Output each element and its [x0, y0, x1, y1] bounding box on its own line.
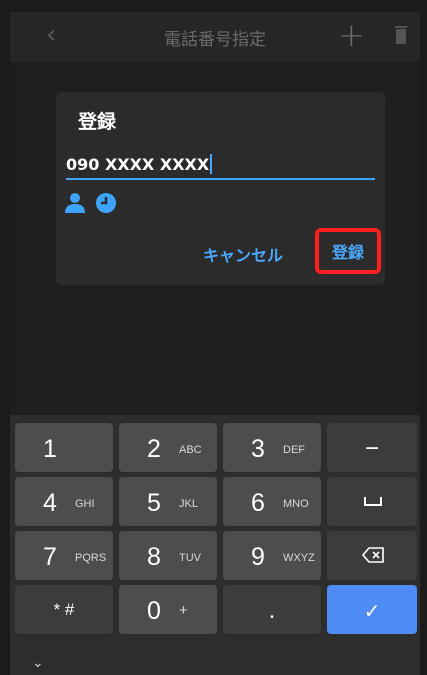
register-button-label: 登録: [331, 243, 364, 262]
key-5[interactable]: 5 JKL: [119, 477, 217, 526]
key-star-hash[interactable]: * #: [15, 585, 113, 634]
key-period[interactable]: .: [223, 585, 321, 634]
cancel-button[interactable]: キャンセル: [203, 242, 283, 266]
key-9[interactable]: 9 WXYZ: [223, 531, 321, 580]
screen: ‹ 電話番号指定 + 登録 090 XXXX XXXX キャンセル 登録 1 2…: [0, 0, 427, 675]
numeric-keypad: 1 2 ABC 3 DEF − 4 GHI 5 JKL 6 MNO 7 PQRS…: [10, 415, 420, 675]
chevron-down-icon[interactable]: ⌄: [32, 655, 44, 671]
key-done[interactable]: ✓: [327, 585, 417, 634]
key-space[interactable]: [327, 477, 417, 526]
key-0[interactable]: 0 +: [119, 585, 217, 634]
register-dialog: 登録 090 XXXX XXXX キャンセル 登録: [56, 92, 385, 285]
key-minus[interactable]: −: [327, 423, 417, 472]
trash-icon[interactable]: [394, 26, 408, 44]
key-7[interactable]: 7 PQRS: [15, 531, 113, 580]
app-bar: ‹ 電話番号指定 +: [10, 12, 420, 62]
register-button[interactable]: 登録: [315, 228, 381, 274]
key-4[interactable]: 4 GHI: [15, 477, 113, 526]
key-1[interactable]: 1: [15, 423, 113, 472]
contact-person-icon[interactable]: [64, 193, 86, 213]
key-2[interactable]: 2 ABC: [119, 423, 217, 472]
space-icon: [364, 497, 382, 506]
key-6[interactable]: 6 MNO: [223, 477, 321, 526]
key-backspace[interactable]: [327, 531, 417, 580]
phone-number-value: 090 XXXX XXXX: [66, 155, 210, 174]
dialog-title: 登録: [78, 111, 117, 133]
key-3[interactable]: 3 DEF: [223, 423, 321, 472]
text-cursor: [210, 154, 213, 174]
backspace-icon: [362, 547, 384, 563]
key-8[interactable]: 8 TUV: [119, 531, 217, 580]
clock-history-icon[interactable]: [96, 193, 116, 213]
plus-icon[interactable]: +: [338, 16, 365, 54]
input-underline: [66, 178, 375, 180]
phone-number-input[interactable]: 090 XXXX XXXX: [66, 150, 375, 180]
